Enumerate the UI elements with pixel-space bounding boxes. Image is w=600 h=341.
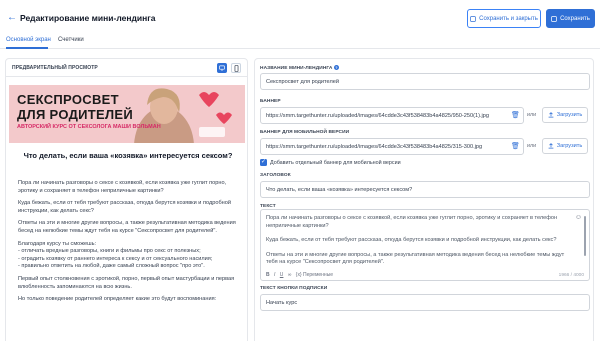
upload-label: Загрузить — [556, 143, 583, 149]
save-button[interactable]: Сохранить — [546, 9, 595, 28]
editor-scrollbar[interactable] — [584, 216, 586, 256]
banner-title-line1: СЕКСПРОСВЕТ — [17, 92, 119, 107]
preview-paragraph: Ответы на эти и многие другие вопросы, а… — [18, 220, 236, 234]
preview-paragraph: Но только поведение родителей определяет… — [18, 296, 217, 303]
save-label: Сохранить — [560, 15, 590, 22]
preview-list-title: Благодаря курсу ты сможешь: — [18, 240, 97, 247]
preview-list-item: - оградить козявку от раннего интереса к… — [18, 255, 213, 262]
preview-heading: Что делать, если ваша «козявка» интересу… — [23, 151, 233, 160]
italic-icon[interactable]: I — [274, 272, 275, 278]
mobile-banner-field-label: БАННЕР ДЛЯ МОБИЛЬНОЙ ВЕРСИИ — [260, 130, 350, 135]
or-text: или — [527, 112, 537, 118]
upload-icon — [548, 143, 554, 149]
text-editor[interactable]: Пора ли начинать разговоры о сексе с коз… — [260, 209, 590, 281]
text-editor-content[interactable]: Пора ли начинать разговоры о сексе с коз… — [266, 215, 576, 274]
mobile-banner-url-input[interactable]: https://smm.targethunter.ru/uploaded/ima… — [260, 138, 524, 155]
banner-upload-button[interactable]: Загрузить — [542, 107, 588, 123]
bold-icon[interactable]: B — [266, 272, 270, 278]
preview-header: ПРЕДВАРИТЕЛЬНЫЙ ПРОСМОТР — [6, 59, 247, 77]
button-text-input[interactable]: Начать курс — [260, 294, 590, 311]
preview-list: Благодаря курсу ты сможешь: - отличать в… — [18, 241, 240, 271]
preview-list-item: - правильно ответить на любой, даже самы… — [18, 263, 205, 270]
editor-paragraph: Куда бежать, если от тебя требуют расска… — [266, 237, 557, 244]
preview-list-item: - отличать вредные разговоры, книги и фи… — [18, 248, 201, 255]
save-and-close-label: Сохранить и закрыть — [479, 15, 538, 22]
editor-toolbar: B I U ∞ {x} Переменные — [266, 272, 333, 278]
banner-subtitle: АВТОРСКИЙ КУРС ОТ СЕКСОЛОГА МАШИ ВОЛЬМАН — [17, 124, 161, 130]
mobile-view-button[interactable] — [231, 63, 241, 73]
tab-bar: Основной экран Счетчики — [0, 34, 600, 49]
arrow-left-icon[interactable]: ← — [7, 13, 17, 23]
underline-icon[interactable]: U — [280, 272, 284, 278]
save-icon — [470, 15, 476, 22]
preview-paragraph: Куда бежать, если от тебя требуют расска… — [18, 200, 232, 214]
preview-paragraph: Пора ли начинать разговоры о сексе с коз… — [18, 180, 227, 194]
mobile-banner-url-value: https://smm.targethunter.ru/uploaded/ima… — [266, 143, 483, 150]
preview-label: ПРЕДВАРИТЕЛЬНЫЙ ПРОСМОТР — [12, 65, 98, 71]
banner-field-label: БАННЕР — [260, 99, 281, 104]
emoji-icon[interactable]: ☺ — [575, 214, 582, 221]
upload-label: Загрузить — [556, 112, 583, 118]
preview-banner: СЕКСПРОСВЕТ ДЛЯ РОДИТЕЛЕЙ АВТОРСКИЙ КУРС… — [9, 85, 245, 143]
preview-paragraph: Первый опыт столкновения с эротикой, пор… — [18, 275, 235, 290]
preview-body: Пора ли начинать разговоры о сексе с коз… — [18, 180, 240, 309]
mobile-banner-checkbox[interactable]: ✓ — [260, 159, 267, 166]
trash-icon[interactable]: 🗑 — [511, 143, 520, 151]
editor-paragraph: Пора ли начинать разговоры о сексе с коз… — [266, 215, 558, 229]
name-field-label: НАЗВАНИЕ МИНИ-ЛЕНДИНГА ? — [260, 65, 339, 71]
mobile-banner-checkbox-label: Добавить отдельный баннер для мобильной … — [270, 160, 401, 166]
tab-counters[interactable]: Счетчики — [58, 37, 84, 43]
or-text: или — [527, 143, 537, 149]
banner-url-value: https://smm.targethunter.ru/uploaded/ima… — [266, 112, 489, 119]
link-icon[interactable]: ∞ — [288, 272, 292, 278]
heading-field-label: ЗАГОЛОВОК — [260, 173, 291, 178]
banner-url-input[interactable]: https://smm.targethunter.ru/uploaded/ima… — [260, 107, 524, 124]
variables-button[interactable]: Переменные — [303, 272, 333, 278]
active-tab-indicator — [6, 47, 48, 49]
editor-paragraph: Ответы на эти и многие другие вопросы, а… — [266, 251, 565, 266]
page-title: Редактирование мини-лендинга — [20, 13, 156, 23]
save-and-close-button[interactable]: Сохранить и закрыть — [467, 9, 541, 28]
braces-icon[interactable]: {x} — [296, 272, 302, 278]
top-bar: ← Редактирование мини-лендинга Сохранить… — [0, 0, 600, 34]
desktop-view-button[interactable] — [217, 63, 227, 73]
heading-input[interactable]: Что делать, если ваша «козявка» интересу… — [260, 181, 590, 198]
upload-icon — [548, 112, 554, 118]
phone-icon — [234, 64, 238, 72]
banner-title-line2: ДЛЯ РОДИТЕЛЕЙ — [17, 107, 134, 122]
button-text-field-label: ТЕКСТ КНОПКИ ПОДПИСКИ — [260, 286, 328, 291]
mobile-banner-upload-button[interactable]: Загрузить — [542, 138, 588, 154]
name-input[interactable]: Секспросвет для родителей — [260, 73, 590, 90]
form-panel: НАЗВАНИЕ МИНИ-ЛЕНДИНГА ? Секспросвет для… — [254, 58, 594, 341]
monitor-icon — [219, 65, 225, 71]
character-count: 1966 / 4000 — [558, 273, 584, 278]
preview-panel: ПРЕДВАРИТЕЛЬНЫЙ ПРОСМОТР СЕКСПРОСВЕТ ДЛЯ… — [5, 58, 248, 341]
info-icon: ? — [333, 65, 339, 70]
tab-main-screen[interactable]: Основной экран — [6, 37, 51, 43]
trash-icon[interactable]: 🗑 — [511, 112, 520, 120]
save-icon — [551, 15, 557, 22]
